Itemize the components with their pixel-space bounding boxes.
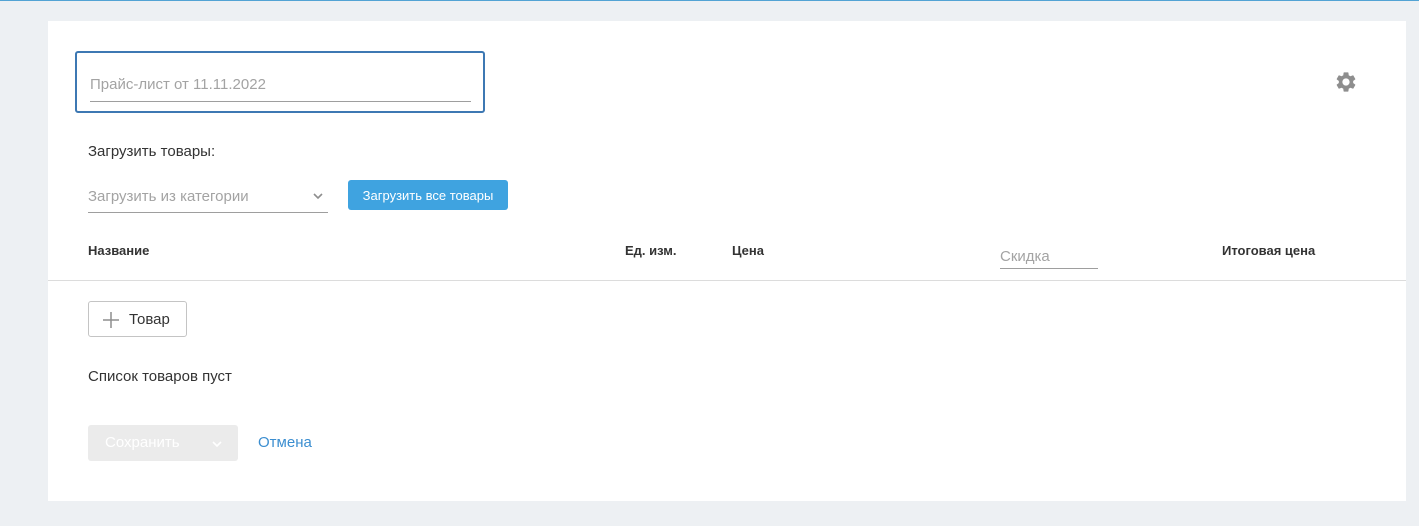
column-header-price: Цена: [732, 243, 764, 258]
save-button[interactable]: Сохранить: [88, 425, 238, 461]
chevron-down-icon: [313, 193, 323, 200]
load-all-products-button[interactable]: Загрузить все товары: [348, 180, 508, 210]
category-select[interactable]: Загрузить из категории: [88, 181, 328, 213]
add-product-label: Товар: [129, 311, 170, 328]
cancel-link[interactable]: Отмена: [258, 434, 312, 451]
load-products-label: Загрузить товары:: [88, 143, 216, 160]
chevron-down-icon[interactable]: [211, 438, 223, 450]
table-header-divider: [48, 280, 1406, 281]
price-list-form: Загрузить товары: Загрузить из категории…: [48, 21, 1406, 501]
add-product-button[interactable]: Товар: [88, 301, 187, 337]
title-input[interactable]: [90, 67, 471, 102]
top-accent-line: [0, 0, 1419, 1]
column-header-total-price: Итоговая цена: [1222, 243, 1316, 258]
save-button-label: Сохранить: [105, 434, 180, 451]
title-field-wrapper: [75, 51, 485, 113]
gear-icon[interactable]: [1334, 70, 1358, 94]
empty-list-message: Список товаров пуст: [88, 368, 232, 385]
plus-icon: [103, 312, 119, 328]
category-select-placeholder: Загрузить из категории: [88, 188, 249, 205]
discount-input[interactable]: [1000, 239, 1098, 269]
column-header-name: Название: [88, 243, 150, 258]
column-header-unit: Ед. изм.: [625, 243, 677, 258]
